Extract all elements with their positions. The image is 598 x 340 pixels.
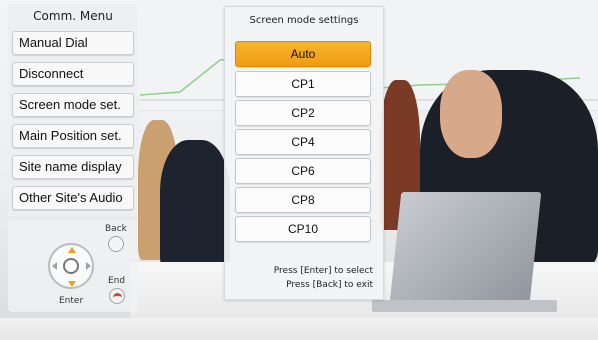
enter-button-icon[interactable] (63, 258, 79, 274)
mode-option-auto[interactable]: Auto (235, 41, 371, 67)
menu-item-manual-dial[interactable]: Manual Dial (12, 31, 134, 55)
background-laptop (388, 192, 542, 312)
dialog-title: Screen mode settings (249, 15, 359, 26)
back-label: Back (105, 224, 127, 234)
end-call-button[interactable] (109, 288, 125, 304)
background-bottom-strip (0, 318, 598, 340)
mode-option-cp6[interactable]: CP6 (235, 158, 371, 184)
end-call-icon (113, 293, 122, 299)
mode-option-cp2[interactable]: CP2 (235, 100, 371, 126)
menu-item-main-position-set[interactable]: Main Position set. (12, 124, 134, 148)
enter-label: Enter (59, 296, 84, 306)
back-button-icon[interactable] (108, 236, 124, 252)
menu-item-other-sites-audio[interactable]: Other Site's Audio (12, 186, 134, 210)
mode-option-cp8[interactable]: CP8 (235, 187, 371, 213)
mode-option-cp1[interactable]: CP1 (235, 71, 371, 97)
remote-control-guide: Enter Back End (8, 220, 138, 312)
dpad-down-arrow-icon (68, 281, 76, 287)
dpad-up-arrow-icon (68, 247, 76, 253)
mode-option-cp10[interactable]: CP10 (235, 216, 371, 242)
background-laptop-base (372, 300, 557, 312)
dpad-right-arrow-icon (86, 262, 91, 270)
background-person-center (160, 140, 230, 270)
dpad-icon[interactable] (48, 243, 94, 289)
comm-menu-title: Comm. Menu (33, 9, 113, 23)
mode-option-cp4[interactable]: CP4 (235, 129, 371, 155)
menu-item-site-name-display[interactable]: Site name display (12, 155, 134, 179)
screen-mode-settings-dialog: Screen mode settings Auto CP1 CP2 CP4 CP… (224, 6, 384, 300)
comm-menu: Comm. Menu Manual Dial Disconnect Screen… (8, 4, 138, 216)
dpad-left-arrow-icon (52, 262, 57, 270)
menu-item-disconnect[interactable]: Disconnect (12, 62, 134, 86)
hint-select: Press [Enter] to select (273, 266, 373, 276)
background-person-face (440, 70, 502, 158)
hint-exit: Press [Back] to exit (286, 280, 373, 290)
end-label: End (108, 276, 126, 286)
menu-item-screen-mode-set[interactable]: Screen mode set. (12, 93, 134, 117)
